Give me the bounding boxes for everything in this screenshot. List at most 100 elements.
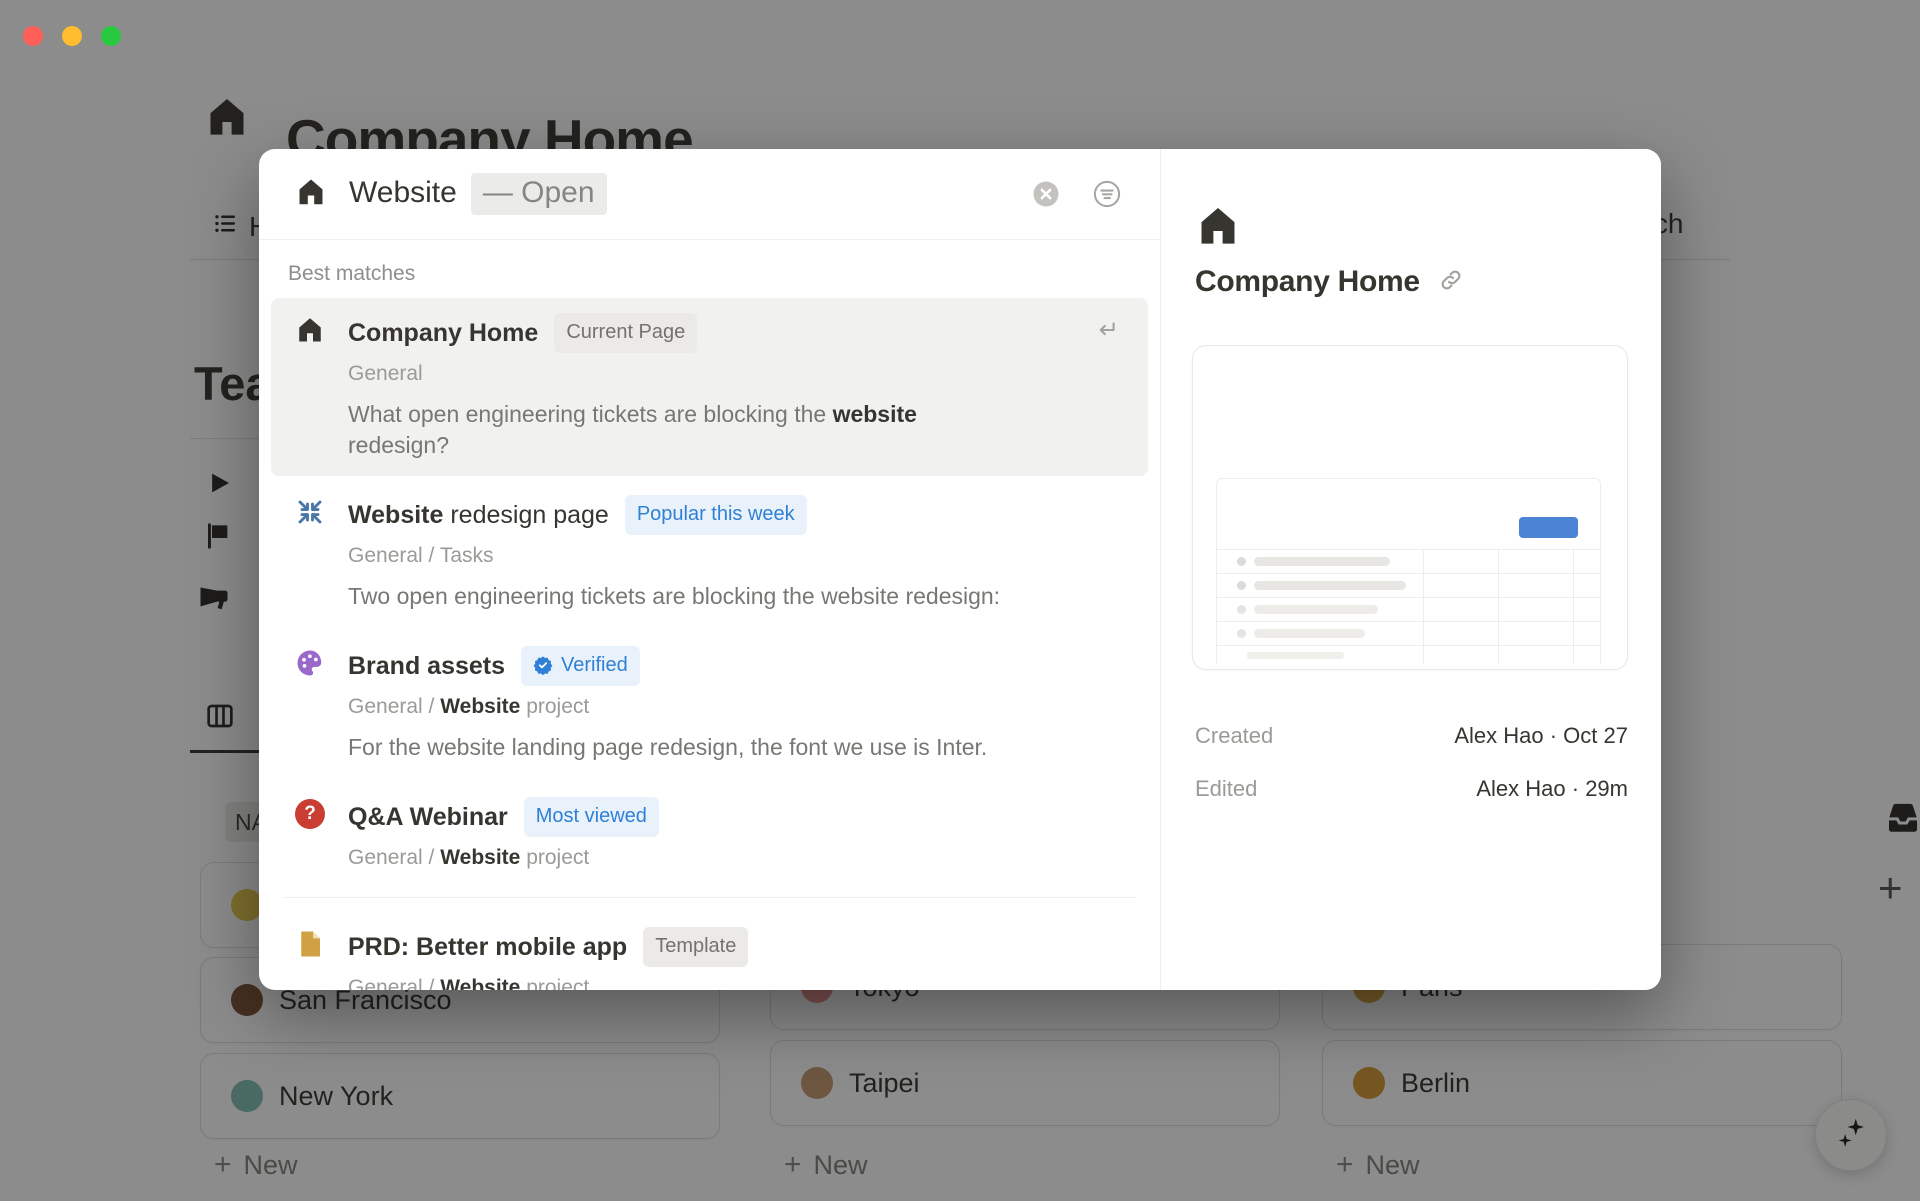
result-body: PRD: Better mobile app Template General / … — [348, 927, 1124, 990]
question-mark-icon: ? — [295, 797, 348, 870]
result-title-text: Company Home — [348, 317, 538, 349]
result-breadcrumb: General / Tasks — [348, 544, 1124, 568]
result-title-text: Q&A Webinar — [348, 801, 508, 833]
result-snippet: What open engineering tickets are blocki… — [348, 399, 1124, 461]
skeleton-bar — [1254, 629, 1365, 638]
meta-label: Edited — [1195, 776, 1257, 802]
text-segment: General / — [348, 846, 440, 869]
badge-label: Template — [655, 930, 736, 962]
result-badge: Popular this week — [625, 495, 807, 535]
result-body: Company Home Current Page General What open… — [348, 313, 1124, 461]
text-segment: Brand assets — [348, 652, 505, 680]
clear-search-button[interactable] — [1032, 180, 1060, 208]
window-controls — [23, 26, 121, 46]
badge-label: Current Page — [566, 316, 685, 348]
search-result-row[interactable]: Brand assets Verified General / Website pr… — [271, 631, 1148, 778]
result-breadcrumb: General / Website project — [348, 976, 1124, 990]
result-title: PRD: Better mobile app Template — [348, 927, 1124, 967]
search-results-pane: Website — Open Best matches Company Home… — [259, 149, 1161, 990]
close-window-button[interactable] — [23, 26, 43, 46]
result-title-text: PRD: Better mobile app — [348, 931, 627, 963]
result-title: Q&A Webinar Most viewed — [348, 797, 1124, 837]
skeleton-dot — [1237, 581, 1246, 590]
result-title: Website redesign page Popular this week — [348, 495, 1124, 535]
preview-table-row — [1217, 597, 1600, 621]
text-segment: Website — [348, 501, 443, 529]
result-body: Q&A Webinar Most viewed General / Website … — [348, 797, 1124, 870]
preview-mini-page — [1216, 478, 1601, 664]
results-area: Best matches Company Home Current Page Gen… — [259, 240, 1160, 990]
text-segment: Website — [440, 976, 520, 990]
skeleton-dot — [1237, 605, 1246, 614]
result-title: Company Home Current Page — [348, 313, 1124, 353]
search-result-row[interactable]: Company Home Current Page General What open… — [271, 298, 1148, 476]
text-segment: redesign page — [443, 501, 608, 529]
search-modal: Website — Open Best matches Company Home… — [259, 149, 1661, 990]
search-bar: Website — Open — [259, 149, 1160, 240]
page-preview-thumbnail[interactable] — [1192, 345, 1628, 670]
text-segment: project — [520, 846, 589, 869]
text-segment: General / — [348, 976, 440, 990]
text-segment: Q&A Webinar — [348, 803, 508, 831]
preview-title: Company Home — [1195, 265, 1420, 299]
collapse-arrows-icon — [295, 495, 348, 612]
text-segment: General / — [348, 695, 440, 718]
search-result-row[interactable]: ?Q&A Webinar Most viewed General / Website… — [271, 782, 1148, 885]
preview-meta-row: Created Alex Hao · Oct 27 — [1195, 722, 1628, 750]
link-icon[interactable] — [1438, 267, 1464, 298]
text-segment: Website — [440, 695, 520, 718]
skeleton-bar — [1254, 581, 1406, 590]
text-segment: What open engineering tickets are blocki… — [348, 401, 833, 427]
section-label: Best matches — [271, 246, 1148, 298]
search-result-row[interactable]: Website redesign page Popular this week Ge… — [271, 480, 1148, 627]
search-result-row[interactable]: PRD: Better mobile app Template General / … — [271, 912, 1148, 990]
result-snippet: For the website landing page redesign, t… — [348, 732, 1124, 763]
search-input[interactable]: Website — Open — [349, 173, 1032, 215]
result-breadcrumb: General / Website project — [348, 846, 1124, 870]
text-segment: redesign? — [348, 432, 449, 458]
badge-label: Popular this week — [637, 498, 795, 530]
result-body: Brand assets Verified General / Website pr… — [348, 646, 1124, 763]
preview-skeleton-bar — [1247, 652, 1344, 659]
enter-key-icon — [1092, 316, 1120, 349]
meta-value: Alex Hao · 29m — [1476, 776, 1628, 802]
snippet-line: Two open engineering tickets are blockin… — [348, 581, 1124, 612]
result-badge: Verified — [521, 646, 640, 686]
preview-table-row — [1217, 621, 1600, 645]
home-icon — [295, 176, 327, 213]
text-segment: PRD: Better mobile app — [348, 933, 627, 961]
search-query-text: Website — [349, 176, 457, 210]
results-divider — [283, 897, 1136, 898]
meta-value: Alex Hao · Oct 27 — [1454, 723, 1628, 749]
result-badge: Template — [643, 927, 748, 967]
text-segment: General / Tasks — [348, 544, 494, 567]
text-segment: project — [520, 976, 589, 990]
badge-label: Most viewed — [536, 800, 647, 832]
result-breadcrumb: General / Website project — [348, 695, 1124, 719]
skeleton-dot — [1237, 557, 1246, 566]
skeleton-bar — [1254, 605, 1378, 614]
snippet-line: redesign? — [348, 430, 1124, 461]
meta-label: Created — [1195, 723, 1273, 749]
preview-meta-row: Edited Alex Hao · 29m — [1195, 775, 1628, 803]
preview-table-row — [1217, 549, 1600, 573]
minimize-window-button[interactable] — [62, 26, 82, 46]
result-title-text: Brand assets — [348, 650, 505, 682]
document-icon — [295, 927, 348, 990]
text-segment: website — [833, 401, 917, 427]
preview-panel: Company Home Created Alex Hao · Oct 27 Edi… — [1161, 149, 1661, 990]
snippet-line: What open engineering tickets are blocki… — [348, 399, 1124, 430]
result-title: Brand assets Verified — [348, 646, 1124, 686]
search-suggestion: — Open — [471, 173, 607, 215]
home-icon — [1195, 203, 1241, 254]
home-icon — [295, 313, 348, 461]
result-badge: Most viewed — [524, 797, 659, 837]
preview-table-row — [1217, 573, 1600, 597]
text-segment: General — [348, 362, 423, 385]
preview-blue-button — [1519, 517, 1578, 538]
snippet-line: For the website landing page redesign, t… — [348, 732, 1124, 763]
filter-button[interactable] — [1092, 179, 1122, 209]
skeleton-dot — [1237, 629, 1246, 638]
zoom-window-button[interactable] — [101, 26, 121, 46]
badge-label: Verified — [561, 649, 628, 681]
